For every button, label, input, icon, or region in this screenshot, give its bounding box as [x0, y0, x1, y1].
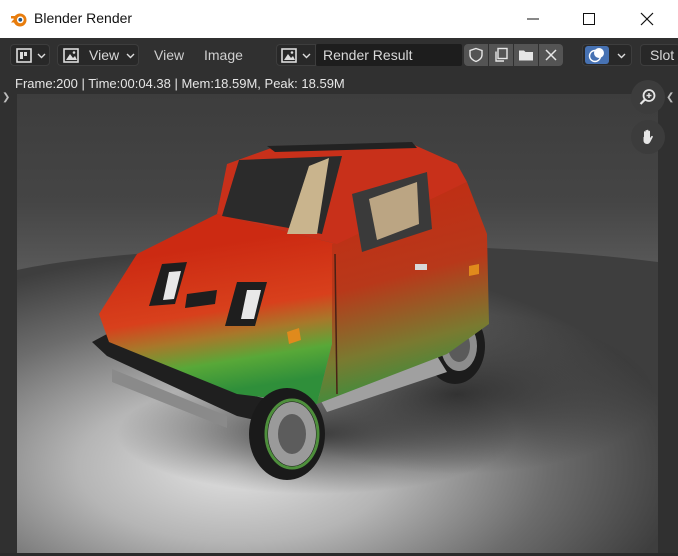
maximize-button[interactable] [560, 0, 618, 38]
chevron-down-icon [302, 53, 311, 59]
overlay-toggle[interactable] [582, 44, 632, 66]
new-image-button[interactable] [489, 44, 513, 66]
image-editor-header: View View Image Render Result Slot [0, 38, 678, 72]
unlink-image-button[interactable] [539, 44, 563, 66]
view-mode-label: View [89, 47, 120, 63]
editor-type-dropdown[interactable] [10, 44, 50, 66]
render-result-viewport[interactable] [17, 94, 658, 553]
zoom-icon [639, 89, 656, 105]
menu-view[interactable]: View [154, 47, 184, 63]
zoom-view-button[interactable] [631, 80, 665, 114]
duplicate-icon [495, 47, 508, 62]
close-window-button[interactable] [618, 0, 676, 38]
render-status-text: Frame:200 | Time:00:04.38 | Mem:18.59M, … [15, 76, 345, 91]
view-mode-dropdown[interactable]: View [57, 44, 139, 66]
sidebar-expand-arrow[interactable]: ❮ [666, 92, 674, 103]
render-image [17, 142, 658, 553]
open-image-button[interactable] [514, 44, 538, 66]
minimize-button[interactable] [504, 0, 562, 38]
slot-label: Slot [650, 47, 675, 63]
hand-icon [643, 129, 653, 144]
chevron-down-icon [617, 53, 626, 59]
fake-user-button[interactable] [464, 44, 488, 66]
pan-view-button[interactable] [631, 120, 665, 154]
browse-image-button[interactable] [276, 44, 316, 66]
image-icon [281, 48, 297, 63]
editor-type-icon [16, 48, 32, 63]
maximize-icon [583, 13, 595, 25]
chevron-down-icon [126, 53, 135, 59]
window-titlebar: Blender Render [0, 0, 678, 39]
blender-logo-icon [11, 13, 27, 27]
chevron-down-icon [37, 53, 46, 59]
x-icon [545, 49, 557, 61]
minimize-icon [527, 18, 539, 20]
overlay-icon [588, 48, 604, 63]
shield-icon [469, 47, 483, 63]
toolbar-expand-arrow[interactable]: ❯ [2, 92, 10, 103]
folder-icon [519, 50, 533, 61]
close-icon [640, 12, 654, 26]
slot-dropdown[interactable]: Slot [640, 44, 678, 66]
image-name-field[interactable]: Render Result [316, 44, 462, 66]
menu-image[interactable]: Image [204, 47, 243, 63]
window-title: Blender Render [34, 10, 133, 26]
image-icon [63, 48, 79, 63]
